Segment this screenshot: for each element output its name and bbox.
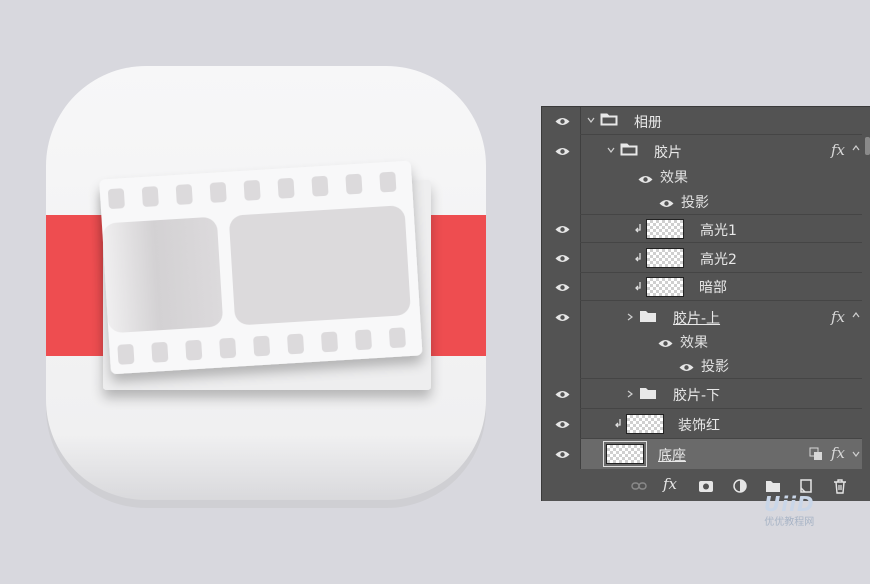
scrollbar[interactable] <box>862 133 870 466</box>
layer-row-highlight2[interactable]: 高光2 <box>542 243 862 273</box>
layer-name[interactable]: 底座 <box>658 445 686 465</box>
layer-row-shadow-part[interactable]: 暗部 <box>542 273 862 301</box>
film-app-icon <box>46 66 486 508</box>
layer-name[interactable]: 高光1 <box>700 220 737 240</box>
link-icon[interactable] <box>630 477 648 495</box>
clip-arrow-icon <box>615 419 621 428</box>
eye-icon[interactable] <box>638 175 653 184</box>
layer-row-film-bottom[interactable]: 胶片-下 <box>542 379 862 409</box>
folder-icon <box>640 311 656 322</box>
clip-arrow-icon <box>635 224 641 233</box>
eye-icon[interactable] <box>555 420 570 429</box>
layer-row-album[interactable]: 相册 <box>542 107 862 135</box>
fx-badge[interactable]: fx <box>831 141 845 159</box>
effect-drop-shadow[interactable]: 投影 <box>681 192 709 212</box>
smart-object-icon <box>809 447 822 460</box>
folder-icon <box>620 143 638 156</box>
chevron-down-icon[interactable] <box>607 146 615 154</box>
layer-row-base[interactable]: 底座 fx <box>542 439 862 469</box>
folder-icon <box>600 113 618 126</box>
layer-row-decor-red[interactable]: 装饰红 <box>542 409 862 439</box>
app-icon-artwork <box>0 0 540 580</box>
fx-badge[interactable]: fx <box>831 444 845 462</box>
eye-icon[interactable] <box>659 199 674 208</box>
eye-icon[interactable] <box>658 339 673 348</box>
adjustment-icon[interactable] <box>731 477 749 495</box>
chevron-down-icon[interactable] <box>587 116 595 124</box>
chevron-right-icon[interactable] <box>626 313 634 321</box>
layer-name[interactable]: 胶片 <box>654 142 682 162</box>
chevron-right-icon[interactable] <box>626 390 634 398</box>
scroll-thumb[interactable] <box>865 137 870 155</box>
film-strip-front <box>99 160 423 374</box>
effects-label: 效果 <box>680 335 708 351</box>
layer-name[interactable]: 胶片-上 <box>673 308 720 328</box>
eye-icon[interactable] <box>555 147 570 156</box>
eye-icon[interactable] <box>555 283 570 292</box>
layer-name[interactable]: 高光2 <box>700 249 737 269</box>
chevron-up-icon[interactable] <box>852 311 860 319</box>
eye-icon[interactable] <box>555 390 570 399</box>
layer-thumbnail <box>603 441 647 467</box>
fx-icon[interactable]: fx <box>663 475 677 493</box>
clip-arrow-icon <box>635 282 641 291</box>
layer-name[interactable]: 装饰红 <box>678 415 720 435</box>
folder-icon <box>640 388 656 399</box>
chevron-down-icon[interactable] <box>852 450 860 458</box>
watermark: UiiD 优优教程网 <box>764 492 815 528</box>
layer-name[interactable]: 相册 <box>634 112 662 132</box>
layer-thumbnail <box>626 414 664 434</box>
layer-thumbnail <box>646 219 684 239</box>
layer-row-film-top[interactable]: 胶片-上 fx 效果 投影 <box>542 301 862 379</box>
trash-icon[interactable] <box>831 477 849 495</box>
layer-name[interactable]: 暗部 <box>699 277 727 297</box>
eye-icon[interactable] <box>555 254 570 263</box>
effects-label: 效果 <box>660 170 688 186</box>
layer-name[interactable]: 胶片-下 <box>673 385 720 405</box>
layer-row-highlight1[interactable]: 高光1 <box>542 215 862 243</box>
effect-drop-shadow[interactable]: 投影 <box>701 356 729 376</box>
eye-icon[interactable] <box>555 313 570 322</box>
layer-row-film[interactable]: 胶片 fx 效果 投影 <box>542 135 862 215</box>
clip-arrow-icon <box>635 253 641 262</box>
mask-icon[interactable] <box>697 477 715 495</box>
chevron-up-icon[interactable] <box>852 144 860 152</box>
eye-icon[interactable] <box>555 117 570 126</box>
layer-thumbnail <box>646 277 684 297</box>
layers-toolbar: fx <box>580 471 870 501</box>
watermark-text: 优优教程网 <box>764 517 815 528</box>
eye-icon[interactable] <box>555 450 570 459</box>
eye-icon[interactable] <box>679 363 694 372</box>
fx-badge[interactable]: fx <box>831 308 845 326</box>
layer-thumbnail <box>646 248 684 268</box>
eye-icon[interactable] <box>555 225 570 234</box>
layers-panel: 相册 胶片 fx 效果 投影 高光1 高光2 暗部 胶片-上 fx 效果 投影 … <box>541 106 870 501</box>
